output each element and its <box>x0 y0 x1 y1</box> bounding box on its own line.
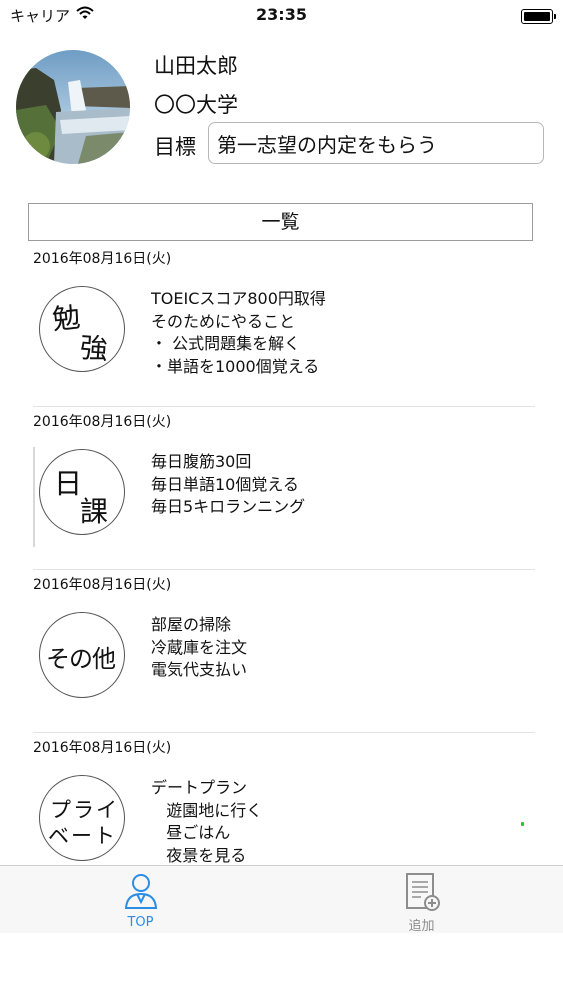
category-badge-private: プライ ベート <box>39 775 125 861</box>
entry-line: 毎日5キロランニング <box>151 497 306 517</box>
badge-char: ベート <box>48 824 117 848</box>
tab-top[interactable]: TOP <box>0 866 281 933</box>
list-item[interactable]: 2016年08月16日(火) 日 課 毎日腹筋30回 毎日単語10個覚える 毎日… <box>0 407 563 570</box>
category-badge-daily: 日 課 <box>39 449 125 535</box>
category-badge-study: 勉 強 <box>39 286 125 372</box>
entry-date: 2016年08月16日(火) <box>33 251 172 267</box>
battery-icon <box>521 9 556 24</box>
entry-line: ・ 公式問題集を解く <box>151 334 301 354</box>
list-item[interactable]: 2016年08月16日(火) 勉 強 TOEICスコア800円取得 そのためにや… <box>0 244 563 407</box>
entry-line: 昼ごはん <box>151 823 231 843</box>
status-bar: キャリア 23:35 <box>0 0 563 30</box>
badge-char: その他 <box>46 645 116 673</box>
tab-label: 追加 <box>408 919 435 934</box>
tab-label: TOP <box>127 915 154 930</box>
entry-line: そのためにやること <box>151 311 296 331</box>
badge-char: 勉 <box>50 300 82 337</box>
entry-list[interactable]: 2016年08月16日(火) 勉 強 TOEICスコア800円取得 そのためにや… <box>0 244 563 865</box>
entry-text: デートプラン 遊園地に行く 昼ごはん 夜景を見る <box>151 777 262 865</box>
goal-field[interactable] <box>208 122 544 164</box>
list-item[interactable]: 2016年08月16日(火) その他 部屋の掃除 冷蔵庫を注文 電気代支払い <box>0 570 563 733</box>
entry-date: 2016年08月16日(火) <box>33 414 172 430</box>
swipe-indicator <box>33 447 35 547</box>
entry-line: 毎日腹筋30回 <box>151 452 252 471</box>
badge-char: 日 <box>54 467 83 500</box>
entry-line: 電気代支払い <box>151 660 248 680</box>
entry-line: 遊園地に行く <box>151 800 263 820</box>
entry-date: 2016年08月16日(火) <box>33 577 172 593</box>
clock: 23:35 <box>256 5 307 24</box>
scroll-indicator <box>521 822 524 826</box>
entry-line: ・単語を1000個覚える <box>151 356 320 376</box>
list-item[interactable]: 2016年08月16日(火) プライ ベート デートプラン 遊園地に行く 昼ごは… <box>0 733 563 865</box>
user-name: 山田太郎 <box>154 54 238 78</box>
entry-line: 部屋の掃除 <box>151 615 232 634</box>
badge-char: 強 <box>78 331 110 366</box>
avatar[interactable] <box>16 50 130 164</box>
person-icon <box>123 872 159 914</box>
university-name: 〇〇大学 <box>154 93 238 117</box>
list-button[interactable]: 一覧 <box>28 203 533 241</box>
entry-line: 毎日単語10個覚える <box>151 474 299 494</box>
entry-line: TOEICスコア800円取得 <box>151 289 326 308</box>
category-badge-other: その他 <box>39 612 125 698</box>
entry-date: 2016年08月16日(火) <box>33 740 172 756</box>
entry-line: デートプラン <box>151 778 248 797</box>
entry-text: TOEICスコア800円取得 そのためにやること ・ 公式問題集を解く ・単語を… <box>151 288 326 378</box>
tab-bar: TOP 追加 <box>0 865 563 934</box>
entry-line: 夜景を見る <box>151 845 247 865</box>
goal-label: 目標 <box>154 135 196 159</box>
entry-text: 部屋の掃除 冷蔵庫を注文 電気代支払い <box>151 614 247 682</box>
entry-line: 冷蔵庫を注文 <box>151 637 248 657</box>
tab-add[interactable]: 追加 <box>281 866 562 934</box>
add-document-icon <box>405 872 441 916</box>
badge-char: 課 <box>80 495 109 528</box>
entry-text: 毎日腹筋30回 毎日単語10個覚える 毎日5キロランニング <box>151 451 305 519</box>
